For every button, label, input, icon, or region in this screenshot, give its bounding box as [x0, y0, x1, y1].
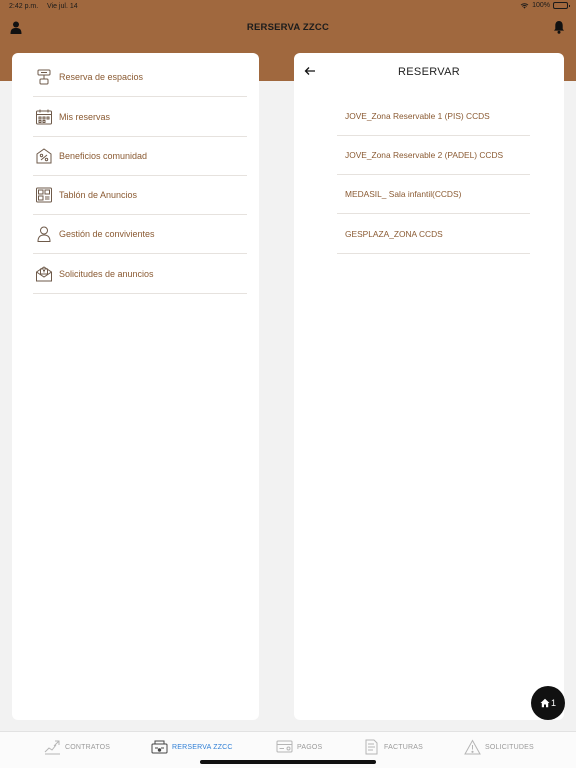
tab-label: FACTURAS [384, 743, 423, 751]
reserve-item-label: JOVE_Zona Reservable 2 (PADEL) CCDS [345, 150, 504, 160]
menu-item-label: Reserva de espacios [59, 72, 144, 82]
tab-label: CONTRATOS [65, 743, 111, 751]
battery-icon [553, 2, 570, 9]
invoices-icon [365, 739, 378, 755]
tab-reservation[interactable]: RERSERVA ZZCC [151, 738, 233, 756]
page-title: RERSERVA ZZCC [246, 22, 330, 33]
menu-item-bulletin-board[interactable]: Tablón de Anuncios [33, 176, 247, 215]
calendar-icon [36, 109, 52, 125]
reservation-icon [151, 740, 168, 754]
menu-item-label: Beneficios comunidad [59, 151, 148, 161]
reserve-item[interactable]: GESPLAZA_ZONA CCDS [337, 215, 530, 254]
tab-label: SOLICITUDES [485, 743, 534, 751]
status-date: Vie jul. 14 [47, 3, 78, 10]
menu-item-community-benefits[interactable]: Beneficios comunidad [33, 137, 247, 176]
space-reservation-icon [37, 69, 51, 85]
battery-percent: 100% [532, 2, 550, 9]
home-indicator [200, 760, 376, 764]
contracts-icon [44, 740, 60, 755]
menu-item-label: Gestión de convivientes [59, 229, 155, 239]
left-menu-panel: Reserva de espacios Mis reservas Benefic… [12, 53, 259, 720]
home-fab-button[interactable]: 1 [531, 686, 565, 720]
tab-payments[interactable]: PAGOS [276, 738, 322, 756]
reserve-item[interactable]: JOVE_Zona Reservable 1 (PIS) CCDS [337, 97, 530, 136]
status-right: 100% [520, 2, 570, 9]
bulletin-board-icon [36, 187, 52, 203]
reserve-item-label: JOVE_Zona Reservable 1 (PIS) CCDS [345, 111, 490, 121]
menu-item-ad-requests[interactable]: Solicitudes de anuncios [33, 255, 247, 294]
tab-contracts[interactable]: CONTRATOS [44, 738, 110, 756]
mail-request-icon [36, 266, 52, 282]
status-time: 2:42 p.m. [9, 3, 39, 10]
tab-requests[interactable]: SOLICITUDES [464, 738, 534, 756]
tab-label: PAGOS [297, 743, 323, 751]
fab-count: 1 [550, 698, 556, 708]
tab-invoices[interactable]: FACTURAS [363, 738, 423, 756]
reserve-item[interactable]: JOVE_Zona Reservable 2 (PADEL) CCDS [337, 136, 530, 175]
menu-item-label: Tablón de Anuncios [59, 190, 138, 200]
payments-icon [276, 740, 293, 753]
person-icon [37, 226, 51, 242]
discount-tag-icon [36, 148, 52, 164]
bell-icon[interactable] [553, 20, 565, 34]
menu-item-space-reservation[interactable]: Reserva de espacios [33, 58, 247, 97]
reserve-panel: RESERVAR JOVE_Zona Reservable 1 (PIS) CC… [294, 53, 564, 720]
reserve-item[interactable]: MEDASIL_ Sala infantil(CCDS) [337, 175, 530, 214]
warning-icon [464, 739, 481, 755]
home-icon [540, 698, 550, 708]
reserve-item-label: MEDASIL_ Sala infantil(CCDS) [345, 189, 462, 199]
menu-item-label: Mis reservas [59, 112, 111, 122]
wifi-icon [520, 3, 529, 9]
menu-item-cohabitants[interactable]: Gestión de convivientes [33, 215, 247, 254]
tab-label: RERSERVA ZZCC [172, 743, 233, 751]
reserve-title: RESERVAR [398, 66, 460, 78]
menu-item-label: Solicitudes de anuncios [59, 269, 154, 279]
reserve-item-label: GESPLAZA_ZONA CCDS [345, 229, 443, 239]
status-bar: 2:42 p.m. Vie jul. 14 100% [0, 0, 576, 14]
menu-item-my-reservations[interactable]: Mis reservas [33, 98, 247, 137]
